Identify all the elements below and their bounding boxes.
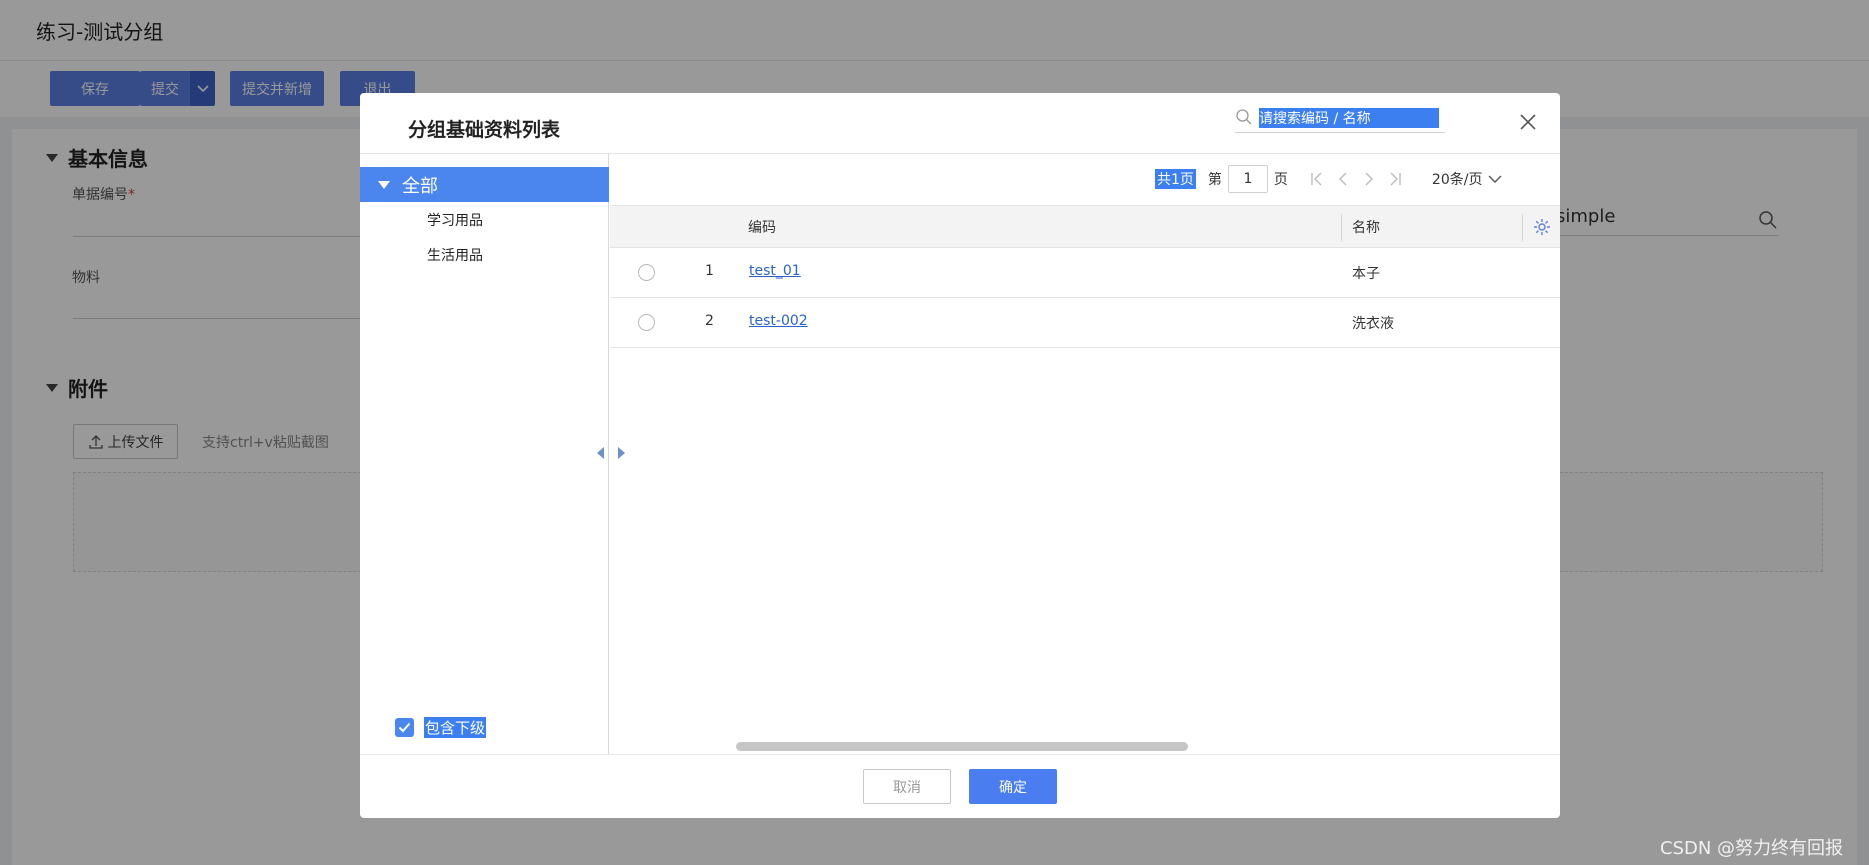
panel-splitter[interactable] (595, 446, 627, 460)
row-code-link[interactable]: test-002 (749, 313, 808, 329)
tree-node-all[interactable]: 全部 (360, 167, 609, 202)
chevron-down-icon[interactable] (1488, 175, 1502, 184)
include-sub-checkbox[interactable]: 包含下级 (395, 717, 487, 738)
first-page-icon[interactable] (1310, 171, 1324, 187)
include-sub-label: 包含下级 (424, 717, 487, 738)
column-header-name[interactable]: 名称 (1352, 217, 1380, 237)
gear-icon[interactable] (1532, 217, 1552, 241)
next-page-icon[interactable] (1362, 171, 1376, 187)
table-row[interactable]: 2 test-002 洗衣液 (610, 298, 1560, 348)
data-grid: 编码 名称 1 test_01 本子 2 test-002 洗衣液 (610, 205, 1560, 348)
column-divider[interactable] (1522, 214, 1523, 241)
expand-right-icon[interactable] (617, 446, 627, 460)
search-icon (1235, 108, 1253, 130)
group-list-modal: 分组基础资料列表 全部 学习用品 生活用品 包含下级 共1页 第 1 (360, 93, 1560, 818)
row-name: 洗衣液 (1352, 316, 1394, 332)
row-radio[interactable] (638, 264, 655, 281)
row-radio[interactable] (638, 314, 655, 331)
group-tree: 全部 学习用品 生活用品 包含下级 (360, 154, 609, 754)
prev-page-icon[interactable] (1336, 171, 1350, 187)
page-suffix: 页 (1273, 172, 1288, 188)
column-header-code[interactable]: 编码 (748, 217, 776, 237)
page-prefix: 第 (1207, 172, 1222, 188)
row-name: 本子 (1352, 266, 1380, 282)
grid-header: 编码 名称 (610, 205, 1560, 248)
row-code-link[interactable]: test_01 (749, 263, 801, 279)
footer-divider (360, 754, 1560, 755)
table-row[interactable]: 1 test_01 本子 (610, 248, 1560, 298)
collapse-left-icon[interactable] (595, 446, 605, 460)
pagination: 共1页 第 1 页 20条/页 (1155, 165, 1502, 193)
column-divider[interactable] (1341, 214, 1342, 241)
search-input[interactable] (1259, 107, 1439, 130)
page-total: 共1页 (1155, 169, 1196, 189)
page-size-select[interactable]: 20条/页 (1432, 169, 1503, 189)
page-number-input[interactable]: 1 (1227, 165, 1268, 193)
horizontal-scrollbar[interactable] (736, 742, 1188, 751)
tree-node-daily-supplies[interactable]: 生活用品 (427, 245, 483, 265)
confirm-button[interactable]: 确定 (969, 769, 1057, 804)
modal-title: 分组基础资料列表 (408, 119, 561, 141)
checkbox-checked-icon[interactable] (395, 718, 414, 737)
row-index: 2 (705, 313, 714, 329)
close-icon[interactable] (1517, 111, 1539, 133)
modal-search[interactable] (1235, 105, 1445, 133)
last-page-icon[interactable] (1388, 171, 1402, 187)
tree-node-study-supplies[interactable]: 学习用品 (427, 210, 483, 230)
watermark: CSDN @努力终有回报 (1660, 838, 1844, 859)
row-index: 1 (705, 263, 714, 279)
cancel-button[interactable]: 取消 (863, 769, 951, 804)
caret-down-icon[interactable] (378, 180, 390, 189)
